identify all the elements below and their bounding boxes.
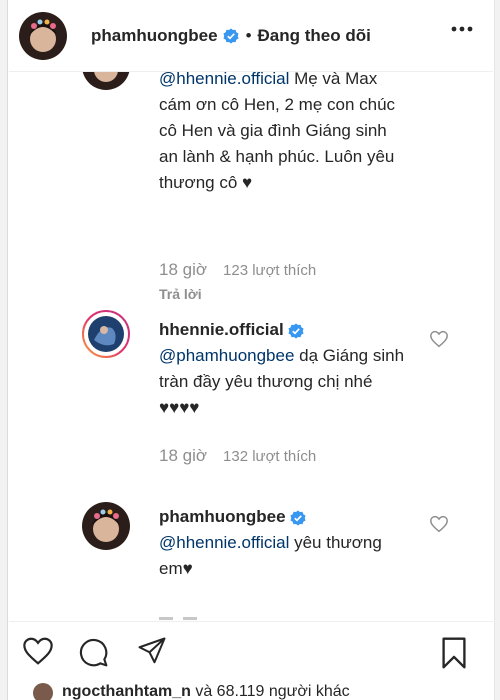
scrollbar-track[interactable] (494, 0, 500, 700)
comment-meta: 18 giờ 132 lượt thích (159, 446, 316, 466)
mention-link[interactable]: @phamhuongbee (159, 346, 294, 365)
share-icon[interactable] (137, 636, 167, 666)
like-comment-heart-icon[interactable] (429, 330, 449, 348)
window-frame-left (0, 0, 8, 700)
comment-avatar[interactable] (82, 502, 130, 550)
comment-time[interactable]: 18 giờ (159, 446, 207, 465)
verified-badge-icon (223, 28, 239, 43)
comment-username[interactable]: phamhuongbee (159, 507, 286, 526)
comment-text: @hhennie.official Mẹ và Max cám ơn cô He… (159, 72, 409, 196)
liker-avatar[interactable] (33, 683, 53, 700)
comment-icon[interactable] (77, 636, 109, 668)
verified-badge-icon (290, 510, 306, 526)
separator-dot: • (245, 25, 252, 45)
liker-username[interactable]: ngocthanhtam_n (62, 683, 191, 700)
post-actions-bar (9, 621, 493, 681)
comment-item: hhennie.official @phamhuongbee dạ Giáng … (159, 317, 409, 421)
comments-list[interactable]: @hhennie.official Mẹ và Max cám ơn cô He… (9, 72, 493, 621)
post-author-username[interactable]: phamhuongbee (91, 26, 218, 46)
heart-icon[interactable] (21, 636, 55, 666)
comment-meta: 18 giờ 123 lượt thích (159, 260, 316, 280)
comment-item: phamhuongbee @hhennie.official yêu thươn… (159, 504, 409, 582)
following-button[interactable]: Đang theo dõi (258, 26, 371, 46)
comment-likes[interactable]: 132 lượt thích (223, 448, 316, 465)
mention-link[interactable]: @hhennie.official (159, 72, 289, 88)
likes-summary: ngocthanhtam_n và 68.119 người khác (9, 681, 493, 700)
comment-avatar[interactable] (82, 310, 130, 358)
comment-likes[interactable]: 123 lượt thích (223, 262, 316, 279)
likes-text: ngocthanhtam_n và 68.119 người khác (62, 683, 350, 700)
like-comment-heart-icon[interactable] (429, 515, 449, 533)
comment-item: @hhennie.official Mẹ và Max cám ơn cô He… (159, 72, 409, 196)
comment-time[interactable]: 18 giờ (159, 260, 207, 279)
more-options-icon[interactable] (451, 26, 473, 32)
comment-meta-partial (159, 612, 219, 620)
reply-button[interactable]: Trả lời (159, 286, 202, 302)
comment-username[interactable]: hhennie.official (159, 320, 284, 339)
post-header: phamhuongbee • Đang theo dõi (9, 0, 493, 72)
mention-link[interactable]: @hhennie.official (159, 533, 289, 552)
avatar[interactable] (19, 11, 67, 60)
comment-text: phamhuongbee @hhennie.official yêu thươn… (159, 507, 382, 578)
comment-avatar[interactable] (82, 72, 130, 90)
bookmark-icon[interactable] (441, 636, 467, 670)
verified-badge-icon (288, 323, 304, 339)
comment-text: hhennie.official @phamhuongbee dạ Giáng … (159, 320, 405, 417)
